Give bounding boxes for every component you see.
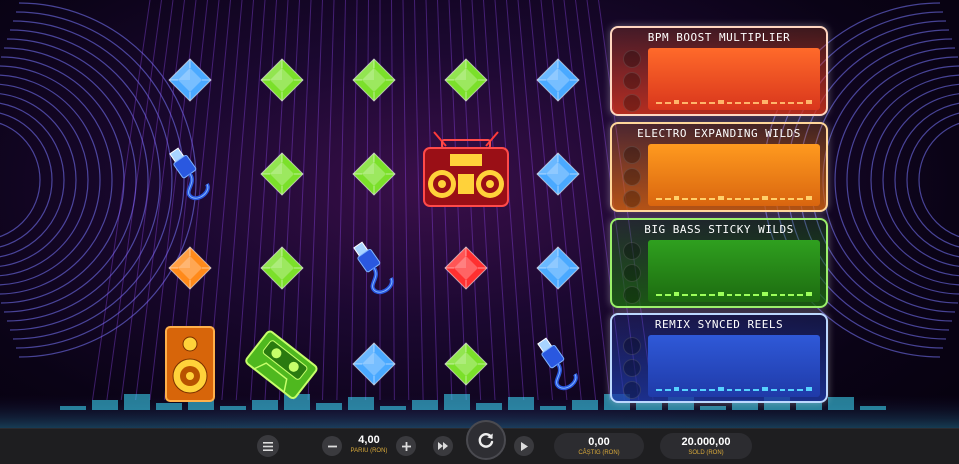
- bet-display: 4,00 PARIU (RON): [344, 433, 394, 455]
- feature-panel: BIG BASS STICKY WILDS: [610, 218, 828, 308]
- blue-gem-symbol: [334, 324, 414, 404]
- cable-plug-symbol: [518, 324, 598, 404]
- feature-panel-title: REMIX SYNCED REELS: [654, 318, 784, 331]
- blue-gem-symbol: [518, 228, 598, 308]
- green-gem-symbol: [242, 228, 322, 308]
- panel-indicator-dots: [623, 242, 643, 308]
- bet-value: 4,00: [358, 434, 380, 446]
- panel-level-bars: [656, 387, 812, 391]
- fast-forward-icon: [438, 442, 448, 450]
- spin-arrow-icon: [478, 433, 494, 448]
- red-gem-symbol: [426, 228, 506, 308]
- slot-reels: [150, 30, 610, 422]
- win-label: CÂȘTIG (RON): [578, 450, 620, 456]
- bet-decrease-button[interactable]: [322, 436, 342, 456]
- hamburger-icon: [263, 441, 273, 451]
- balance-display: 20.000,00 SOLD (RON): [660, 433, 752, 459]
- cable-plug-symbol: [334, 228, 414, 308]
- green-gem-symbol: [334, 134, 414, 214]
- bet-increase-button[interactable]: [396, 436, 416, 456]
- panel-screen: [648, 240, 820, 302]
- balance-value: 20.000,00: [681, 436, 731, 448]
- boombox-symbol: [418, 130, 514, 210]
- green-gem-symbol: [426, 40, 506, 120]
- panel-indicator-dots: [623, 50, 643, 116]
- panel-level-bars: [656, 292, 812, 296]
- feature-panel: REMIX SYNCED REELS: [610, 313, 828, 403]
- minus-icon: [327, 445, 337, 447]
- feature-panel: BPM BOOST MULTIPLIER: [610, 26, 828, 116]
- win-display: 0,00 CÂȘTIG (RON): [554, 433, 644, 459]
- blue-gem-symbol: [518, 40, 598, 120]
- feature-panel-title: BPM BOOST MULTIPLIER: [647, 31, 791, 44]
- autoplay-button[interactable]: [514, 436, 534, 456]
- panel-indicator-dots: [623, 146, 643, 212]
- plus-icon: [401, 441, 411, 451]
- win-value: 0,00: [588, 436, 610, 448]
- feature-panel: ELECTRO EXPANDING WILDS: [610, 122, 828, 212]
- green-gem-symbol: [334, 40, 414, 120]
- feature-panel-title: BIG BASS STICKY WILDS: [644, 223, 794, 236]
- speaker-symbol: [150, 324, 230, 404]
- spin-button[interactable]: [466, 420, 506, 460]
- panel-level-bars: [656, 100, 812, 104]
- play-icon: [521, 441, 528, 451]
- panel-screen: [648, 335, 820, 397]
- cassette-symbol: [242, 324, 322, 404]
- cable-plug-symbol: [150, 134, 230, 214]
- bet-label: PARIU (RON): [350, 448, 388, 454]
- blue-gem-symbol: [518, 134, 598, 214]
- menu-button[interactable]: [257, 435, 279, 457]
- game-stage: BPM BOOST MULTIPLIER ELECTRO EXPANDING W…: [0, 0, 959, 464]
- panel-indicator-dots: [623, 337, 643, 403]
- green-gem-symbol: [242, 40, 322, 120]
- turbo-button[interactable]: [433, 436, 453, 456]
- orange-gem-symbol: [150, 228, 230, 308]
- blue-gem-symbol: [150, 40, 230, 120]
- panel-screen: [648, 144, 820, 206]
- balance-label: SOLD (RON): [688, 450, 724, 456]
- panel-screen: [648, 48, 820, 110]
- panel-level-bars: [656, 196, 812, 200]
- feature-panel-title: ELECTRO EXPANDING WILDS: [637, 127, 801, 140]
- green-gem-symbol: [242, 134, 322, 214]
- green-gem-symbol: [426, 324, 506, 404]
